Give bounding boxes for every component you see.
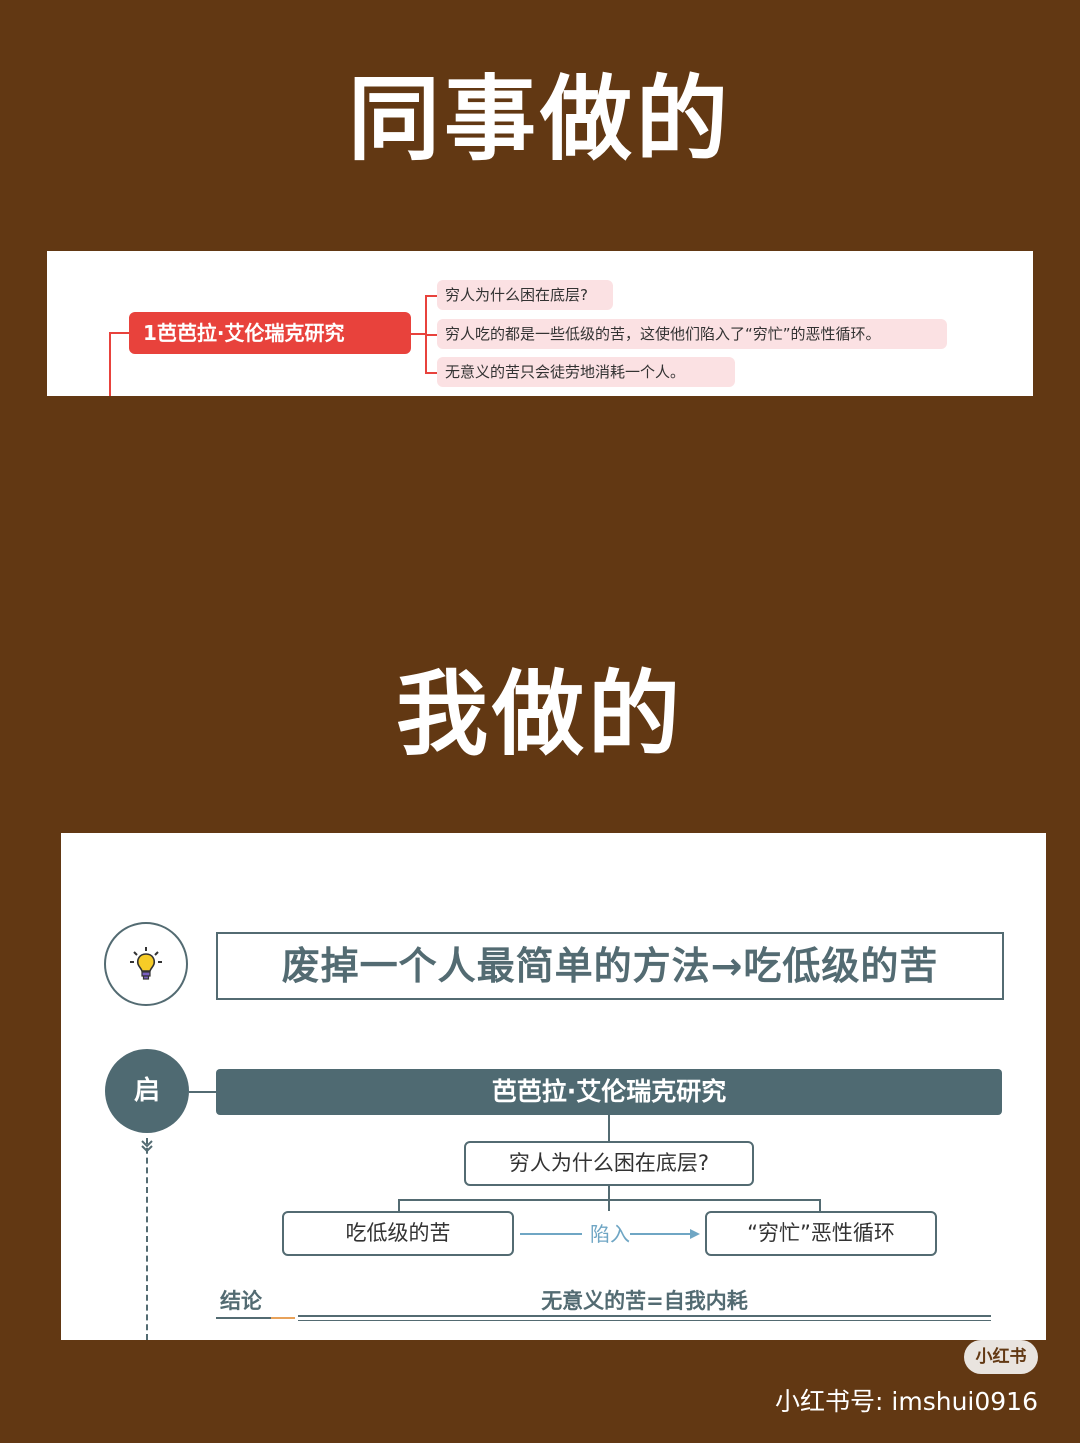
my-heading: 我做的 [395, 661, 684, 768]
colleague-heading: 同事做的 [347, 66, 732, 173]
leaf-node: 穷人吃的都是一些低级的苦，这使他们陷入了“穷忙”的恶性循环。 [437, 319, 947, 349]
watermark-text: 小红书号: imshui0916 [775, 1387, 1038, 1416]
xiaohongshu-logo: 小红书 [964, 1340, 1038, 1374]
root-connector-horizontal [109, 332, 131, 334]
branch-tick-1 [425, 334, 437, 336]
branch-tick-2 [425, 372, 437, 374]
bulb-circle [104, 922, 188, 1006]
conclusion-text: 无意义的苦=自我内耗 [541, 1289, 748, 1313]
title-box: 废掉一个人最简单的方法→吃低级的苦 [216, 932, 1004, 1000]
lightbulb-icon [130, 947, 162, 980]
conclusion-underline-2 [298, 1320, 991, 1321]
fall-into-arrow: 陷入 [518, 1219, 702, 1249]
arrow-label: 陷入 [590, 1222, 630, 1246]
my-mindmap: 废掉一个人最简单的方法→吃低级的苦 启 芭芭拉·艾伦瑞克研究 穷人为什么困在底层… [61, 833, 1046, 1340]
study-bar: 芭芭拉·艾伦瑞克研究 [216, 1069, 1002, 1115]
branch-right-drop [819, 1199, 821, 1211]
chevron-down-icon [141, 1140, 153, 1153]
colleague-mindmap: 1芭芭拉·艾伦瑞克研究 穷人为什么困在底层? 穷人吃的都是一些低级的苦，这使他们… [47, 251, 1033, 396]
timeline-dashed-line [146, 1138, 148, 1340]
conclusion-accent [271, 1317, 295, 1319]
qi-badge: 启 [105, 1049, 189, 1133]
root-connector-vertical [109, 332, 111, 396]
conclusion-label-underline [216, 1317, 271, 1319]
conclusion-label: 结论 [220, 1289, 262, 1313]
question-branch [398, 1199, 821, 1201]
branch-connector [411, 333, 425, 335]
branch-tick-0 [425, 295, 437, 297]
busy-cycle-box: “穷忙”恶性循环 [705, 1211, 937, 1256]
study-to-question-line [608, 1115, 610, 1141]
root-node: 1芭芭拉·艾伦瑞克研究 [129, 312, 411, 354]
branch-left-drop [398, 1199, 400, 1211]
low-level-bitter-box: 吃低级的苦 [282, 1211, 514, 1256]
conclusion-underline-1 [298, 1315, 991, 1317]
leaf-node: 无意义的苦只会徒劳地消耗一个人。 [437, 357, 735, 387]
question-box: 穷人为什么困在底层? [464, 1141, 754, 1186]
leaf-node: 穷人为什么困在底层? [437, 280, 613, 310]
badge-connector [189, 1091, 216, 1093]
